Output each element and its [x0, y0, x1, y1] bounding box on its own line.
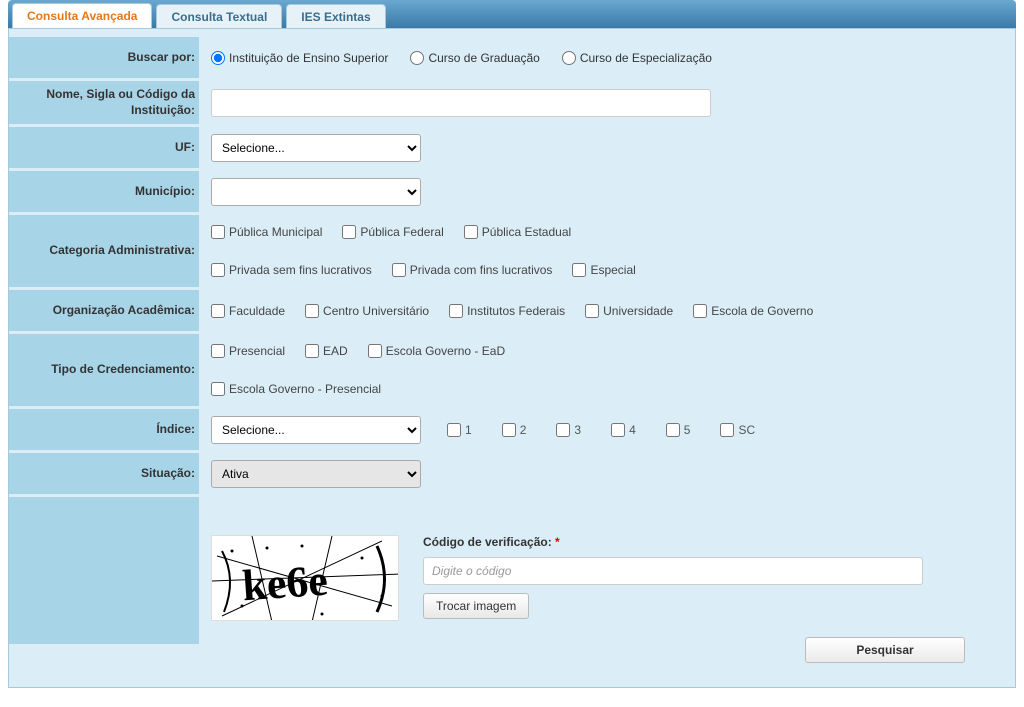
label-buscar-por: Buscar por:	[9, 37, 199, 78]
select-uf[interactable]: Selecione...	[211, 134, 421, 162]
check-privada-com-fins[interactable]: Privada com fins lucrativos	[392, 263, 553, 277]
captcha-svg: ke6e	[212, 536, 399, 621]
check-escola-gov-presencial[interactable]: Escola Governo - Presencial	[211, 382, 381, 396]
check-indice-sc[interactable]: SC	[720, 423, 755, 437]
tab-bar: Consulta Avançada Consulta Textual IES E…	[8, 0, 1016, 28]
select-municipio[interactable]	[211, 178, 421, 206]
radio-ies-label: Instituição de Ensino Superior	[229, 51, 388, 65]
input-verificacao[interactable]	[423, 557, 923, 585]
check-universidade[interactable]: Universidade	[585, 304, 673, 318]
select-indice[interactable]: Selecione...	[211, 416, 421, 444]
tab-ies-extintas[interactable]: IES Extintas	[286, 4, 385, 29]
input-nome[interactable]	[211, 89, 711, 117]
verif-label: Código de verificação: *	[423, 535, 923, 549]
trocar-imagem-button[interactable]: Trocar imagem	[423, 593, 529, 619]
check-institutos-federais[interactable]: Institutos Federais	[449, 304, 565, 318]
label-situacao: Situação:	[9, 453, 199, 494]
check-publica-estadual[interactable]: Pública Estadual	[464, 225, 571, 239]
check-privada-sem-fins[interactable]: Privada sem fins lucrativos	[211, 263, 372, 277]
radio-graduacao-label: Curso de Graduação	[428, 51, 539, 65]
label-organizacao: Organização Acadêmica:	[9, 290, 199, 331]
radio-especializacao-label: Curso de Especialização	[580, 51, 712, 65]
label-uf: UF:	[9, 127, 199, 168]
label-empty	[9, 497, 199, 644]
tab-consulta-textual[interactable]: Consulta Textual	[156, 4, 282, 29]
radio-option-graduacao[interactable]: Curso de Graduação	[410, 51, 539, 65]
label-municipio: Município:	[9, 171, 199, 212]
check-publica-federal[interactable]: Pública Federal	[342, 225, 443, 239]
check-indice-4[interactable]: 4	[611, 423, 636, 437]
captcha-image: ke6e	[211, 535, 399, 621]
radio-graduacao[interactable]	[410, 51, 424, 65]
form-content: Buscar por: Instituição de Ensino Superi…	[8, 28, 1016, 688]
select-situacao[interactable]: Ativa	[211, 460, 421, 488]
label-tipo-cred: Tipo de Credenciamento:	[9, 334, 199, 406]
svg-text:ke6e: ke6e	[241, 555, 330, 610]
check-indice-1[interactable]: 1	[447, 423, 472, 437]
pesquisar-button[interactable]: Pesquisar	[805, 637, 965, 663]
tab-consulta-avancada[interactable]: Consulta Avançada	[12, 3, 152, 29]
check-indice-3[interactable]: 3	[556, 423, 581, 437]
label-nome: Nome, Sigla ou Código da Instituição:	[9, 81, 199, 124]
check-escola-gov-ead[interactable]: Escola Governo - EaD	[368, 344, 505, 358]
check-presencial[interactable]: Presencial	[211, 344, 285, 358]
label-categoria: Categoria Administrativa:	[9, 215, 199, 287]
label-indice: Índice:	[9, 409, 199, 450]
check-centro-univ[interactable]: Centro Universitário	[305, 304, 429, 318]
check-escola-governo[interactable]: Escola de Governo	[693, 304, 813, 318]
radio-option-ies[interactable]: Instituição de Ensino Superior	[211, 51, 388, 65]
check-faculdade[interactable]: Faculdade	[211, 304, 285, 318]
radio-option-especializacao[interactable]: Curso de Especialização	[562, 51, 712, 65]
radio-especializacao[interactable]	[562, 51, 576, 65]
check-especial[interactable]: Especial	[572, 263, 635, 277]
radio-ies[interactable]	[211, 51, 225, 65]
required-asterisk: *	[555, 535, 560, 549]
check-publica-municipal[interactable]: Pública Municipal	[211, 225, 322, 239]
check-indice-5[interactable]: 5	[666, 423, 691, 437]
check-indice-2[interactable]: 2	[502, 423, 527, 437]
check-ead[interactable]: EAD	[305, 344, 348, 358]
